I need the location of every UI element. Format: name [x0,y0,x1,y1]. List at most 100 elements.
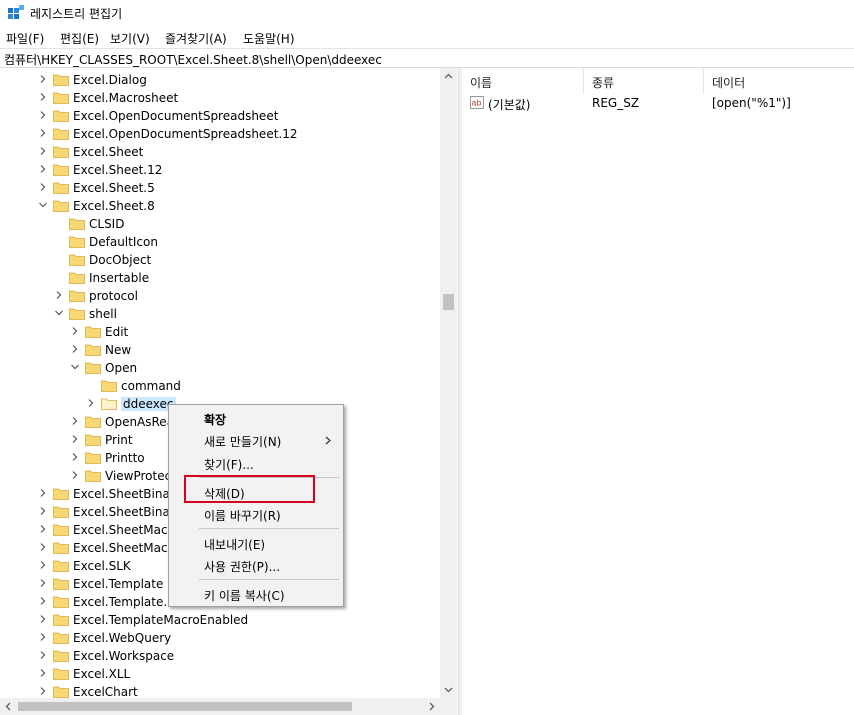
menu-item-copy-key-name[interactable]: 키 이름 복사(C) [169,583,343,605]
chevron-right-icon[interactable] [37,163,49,175]
tree-item-label: Excel.OpenDocumentSpreadsheet [73,109,279,123]
chevron-right-icon[interactable] [37,109,49,121]
chevron-right-icon[interactable] [37,577,49,589]
folder-icon [69,236,85,248]
tree-item[interactable]: Excel.Sheet.8 [0,197,440,215]
tree-item[interactable]: DocObject [0,251,440,269]
tree-pane[interactable]: Excel.Dialog Excel.Macrosheet Excel.OpenDo… [0,68,458,715]
menu-item-expand[interactable]: 확장 [169,407,343,429]
menu-item-rename[interactable]: 이름 바꾸기(R) [169,503,343,525]
folder-icon [53,686,69,698]
chevron-right-icon[interactable] [85,397,97,409]
folder-icon [85,452,101,464]
vertical-scroll-thumb[interactable] [443,294,454,310]
folder-icon [53,578,69,590]
chevron-right-icon[interactable] [37,559,49,571]
scroll-right-arrow-icon[interactable] [423,698,440,715]
tree-item[interactable]: command [0,377,440,395]
scroll-left-arrow-icon[interactable] [0,698,17,715]
chevron-right-icon[interactable] [69,343,81,355]
chevron-right-icon[interactable] [37,541,49,553]
chevron-down-icon[interactable] [53,307,65,319]
tree-item-label: shell [89,307,117,321]
menu-item-find[interactable]: 찾기(F)... [169,452,343,474]
tree-item[interactable]: Excel.TemplateMacroEnabled [0,611,440,629]
tree-item[interactable]: protocol [0,287,440,305]
folder-icon [53,506,69,518]
tree-item[interactable]: Excel.Workspace [0,647,440,665]
tree-item[interactable]: Excel.Dialog [0,71,440,89]
folder-icon [85,326,101,338]
scroll-down-arrow-icon[interactable] [440,681,457,698]
chevron-right-icon[interactable] [37,685,49,697]
chevron-right-icon[interactable] [37,505,49,517]
menu-item-permissions[interactable]: 사용 권한(P)... [169,554,343,576]
chevron-right-icon[interactable] [37,523,49,535]
folder-icon [53,200,69,212]
tree-item[interactable]: Excel.Macrosheet [0,89,440,107]
tree-item-label: Open [105,361,138,375]
scroll-up-arrow-icon[interactable] [440,68,457,85]
chevron-down-icon[interactable] [37,199,49,211]
menu-separator [199,579,339,580]
tree-item[interactable]: DefaultIcon [0,233,440,251]
address-path[interactable]: 컴퓨터\HKEY_CLASSES_ROOT\Excel.Sheet.8\shel… [4,51,382,68]
chevron-right-icon[interactable] [37,667,49,679]
chevron-right-icon[interactable] [37,73,49,85]
menu-item-new[interactable]: 새로 만들기(N) [169,429,343,451]
chevron-right-icon[interactable] [69,415,81,427]
tree-item[interactable]: Excel.OpenDocumentSpreadsheet [0,107,440,125]
chevron-right-icon[interactable] [37,127,49,139]
tree-item[interactable]: Excel.XLL [0,665,440,683]
chevron-right-icon[interactable] [37,487,49,499]
tree-item[interactable]: Edit [0,323,440,341]
folder-icon [69,290,85,302]
folder-icon [53,632,69,644]
menu-edit[interactable]: 편집(E) [60,30,99,47]
tree-item[interactable]: Excel.Sheet [0,143,440,161]
folder-icon [53,110,69,122]
chevron-right-icon[interactable] [37,631,49,643]
tree-item-label: Excel.Macrosheet [73,91,179,105]
column-header-name[interactable]: 이름 [462,68,584,94]
tree-item[interactable]: shell [0,305,440,323]
tree-item[interactable]: Excel.WebQuery [0,629,440,647]
chevron-right-icon[interactable] [69,433,81,445]
tree-item[interactable]: Excel.Sheet.12 [0,161,440,179]
menu-view[interactable]: 보기(V) [110,30,150,47]
tree-item[interactable]: Excel.Sheet.5 [0,179,440,197]
chevron-right-icon[interactable] [69,469,81,481]
chevron-right-icon[interactable] [37,649,49,661]
tree-item-label: Excel.Sheet.12 [73,163,163,177]
tree-item[interactable]: CLSID [0,215,440,233]
chevron-right-icon[interactable] [69,451,81,463]
chevron-down-icon[interactable] [69,361,81,373]
menu-help[interactable]: 도움말(H) [243,30,295,47]
menu-item-new-label: 새로 만들기(N) [204,435,282,449]
column-header-type[interactable]: 종류 [584,68,704,94]
chevron-right-icon[interactable] [53,289,65,301]
tree-item[interactable]: Excel.OpenDocumentSpreadsheet.12 [0,125,440,143]
address-bar[interactable]: 컴퓨터\HKEY_CLASSES_ROOT\Excel.Sheet.8\shel… [0,48,854,68]
chevron-right-icon[interactable] [37,91,49,103]
chevron-right-icon[interactable] [37,145,49,157]
horizontal-scroll-thumb[interactable] [18,702,352,711]
chevron-right-icon[interactable] [69,325,81,337]
chevron-right-icon[interactable] [37,595,49,607]
menu-favorites[interactable]: 즐겨찾기(A) [165,30,227,47]
values-list-pane[interactable]: 이름 종류 데이터 ab (기본값) REG_SZ [open("%1")] [462,68,854,715]
tree-item[interactable]: New [0,341,440,359]
value-row[interactable]: ab (기본값) REG_SZ [open("%1")] [462,94,854,112]
tree-item[interactable]: Insertable [0,269,440,287]
menu-item-rename-label: 이름 바꾸기(R) [204,509,281,523]
column-header-data[interactable]: 데이터 [704,68,854,94]
value-data: [open("%1")] [712,96,791,110]
menu-file[interactable]: 파일(F) [6,30,44,47]
tree-item[interactable]: Open [0,359,440,377]
tree-horizontal-scrollbar[interactable] [0,698,440,715]
menu-item-export[interactable]: 내보내기(E) [169,532,343,554]
chevron-right-icon[interactable] [37,613,49,625]
tree-item-label: Insertable [89,271,150,285]
chevron-right-icon[interactable] [37,181,49,193]
tree-vertical-scrollbar[interactable] [440,68,457,698]
